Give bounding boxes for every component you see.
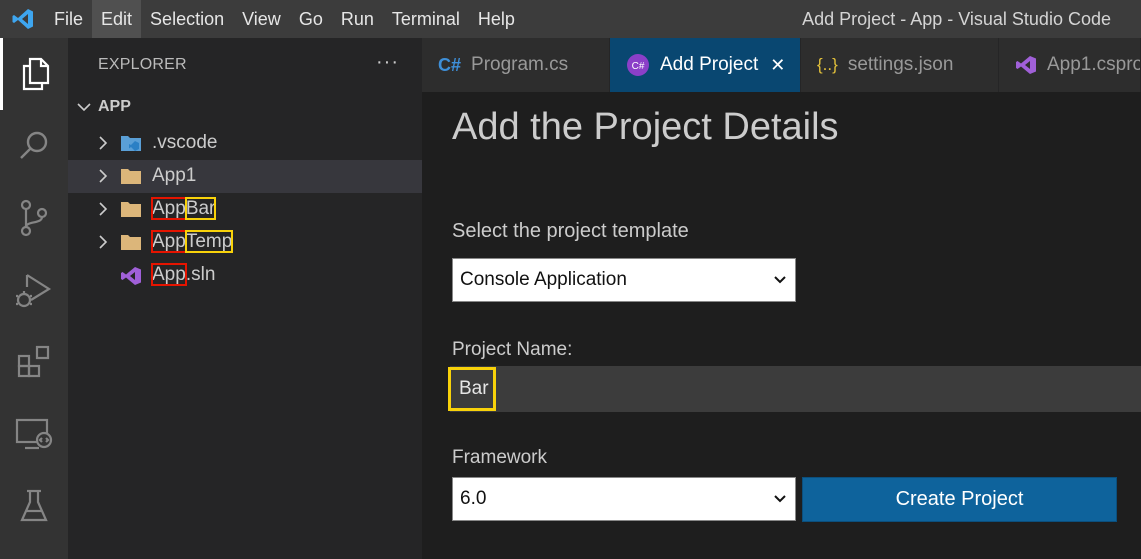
- menu-selection[interactable]: Selection: [141, 0, 233, 38]
- explorer-panel: EXPLORER ··· APP .vscode App1 AppBar App…: [68, 38, 422, 559]
- chevron-right-icon: [99, 202, 108, 216]
- framework-select[interactable]: 6.0: [452, 477, 796, 521]
- create-project-button[interactable]: Create Project: [802, 477, 1117, 522]
- tree-root-app[interactable]: APP: [76, 98, 131, 116]
- highlight-prefix: App: [151, 197, 187, 220]
- window-title: Add Project - App - Visual Studio Code: [802, 9, 1111, 29]
- remote-explorer-icon[interactable]: [0, 398, 68, 470]
- tree-item-vscode[interactable]: .vscode: [68, 127, 422, 160]
- visual-studio-icon: [121, 267, 141, 285]
- editor-tabs: C# Program.cs C# Add Project ✕ {..} sett…: [422, 38, 1141, 92]
- highlight-prefix: App: [151, 230, 187, 253]
- tab-label: App1.cspro: [1047, 54, 1141, 75]
- tree-item-label: App.sln: [151, 263, 216, 286]
- chevron-down-icon: [77, 103, 91, 112]
- framework-label: Framework: [452, 447, 548, 468]
- title-bar: File Edit Selection View Go Run Terminal…: [0, 0, 1141, 38]
- project-name-label: Project Name:: [452, 339, 573, 360]
- svg-text:C#: C#: [632, 61, 645, 72]
- run-debug-icon[interactable]: [0, 254, 68, 326]
- menu-edit[interactable]: Edit: [92, 0, 142, 38]
- tree-item-apptemp[interactable]: AppTemp: [68, 226, 422, 259]
- search-icon[interactable]: [0, 110, 68, 182]
- tab-settings-json[interactable]: {..} settings.json: [801, 38, 999, 92]
- page-title: Add the Project Details: [452, 106, 839, 148]
- chevron-right-icon: [99, 169, 108, 183]
- menu-file[interactable]: File: [45, 0, 92, 38]
- folder-icon: [121, 169, 141, 184]
- chevron-right-icon: [99, 136, 108, 150]
- chevron-down-icon: [774, 495, 786, 503]
- testing-flask-icon[interactable]: [0, 470, 68, 542]
- template-value: Console Application: [460, 269, 627, 290]
- csharp-circle-icon: C#: [626, 53, 650, 77]
- highlight-suffix: Bar: [184, 197, 217, 220]
- visual-studio-icon: [1015, 55, 1037, 75]
- tab-app1-csproj[interactable]: App1.cspro: [999, 38, 1141, 92]
- tree-item-app1[interactable]: App1: [68, 160, 422, 193]
- chevron-down-icon: [774, 276, 786, 284]
- root-folder-label: APP: [98, 98, 131, 115]
- menu-terminal[interactable]: Terminal: [383, 0, 469, 38]
- framework-value: 6.0: [460, 488, 487, 509]
- menu-run[interactable]: Run: [332, 0, 383, 38]
- explorer-header: EXPLORER: [98, 56, 187, 73]
- tab-label: settings.json: [847, 54, 954, 75]
- csharp-icon: C#: [438, 54, 462, 75]
- tab-program-cs[interactable]: C# Program.cs: [422, 38, 610, 92]
- template-label: Select the project template: [452, 220, 689, 242]
- highlight-prefix: App: [151, 263, 187, 286]
- tree-item-label: .vscode: [152, 132, 218, 153]
- tree-item-label: AppTemp: [151, 230, 234, 253]
- add-project-form: Add the Project Details Select the proje…: [422, 92, 1141, 559]
- activity-bar: [0, 38, 68, 559]
- tab-add-project[interactable]: C# Add Project ✕: [610, 38, 801, 92]
- vscode-logo-icon: [0, 0, 45, 38]
- extensions-icon[interactable]: [0, 326, 68, 398]
- menu-help[interactable]: Help: [469, 0, 524, 38]
- close-icon[interactable]: ✕: [770, 55, 785, 76]
- folder-icon: [121, 202, 141, 217]
- json-icon: {..}: [817, 55, 838, 74]
- project-name-value: Bar: [448, 367, 496, 411]
- tree-item-label: AppBar: [151, 197, 217, 220]
- explorer-icon[interactable]: [0, 38, 68, 110]
- tab-label: Add Project: [660, 54, 759, 75]
- file-extension: .sln: [185, 264, 216, 285]
- menu-view[interactable]: View: [233, 0, 290, 38]
- tree-item-appbar[interactable]: AppBar: [68, 193, 422, 226]
- highlight-suffix: Temp: [184, 230, 234, 253]
- project-name-input[interactable]: [450, 366, 1141, 412]
- template-select[interactable]: Console Application: [452, 258, 796, 302]
- tab-label: Program.cs: [471, 54, 569, 75]
- tree-item-label: App1: [152, 165, 197, 186]
- vscode-folder-icon: [121, 136, 141, 151]
- chevron-right-icon: [99, 235, 108, 249]
- more-actions-icon[interactable]: ···: [376, 51, 399, 74]
- folder-icon: [121, 235, 141, 250]
- source-control-icon[interactable]: [0, 182, 68, 254]
- tree-item-app-sln[interactable]: App.sln: [68, 259, 422, 292]
- menu-go[interactable]: Go: [290, 0, 332, 38]
